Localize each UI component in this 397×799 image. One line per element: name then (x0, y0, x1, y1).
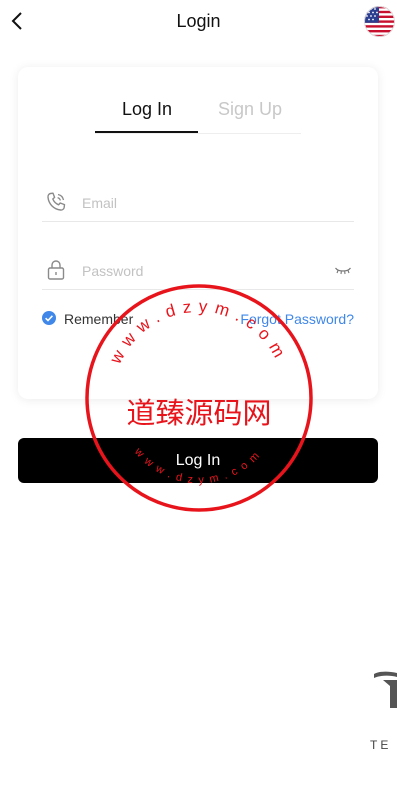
email-row (42, 185, 354, 222)
login-button[interactable]: Log In (18, 438, 378, 483)
login-page: Login Log In Sign Up Email Remember Forg… (0, 0, 397, 799)
us-flag-icon (364, 6, 395, 37)
language-button[interactable] (364, 6, 395, 37)
brand-logo-icon (374, 671, 397, 708)
checkbox-checked-icon (42, 311, 56, 325)
password-input[interactable] (80, 259, 324, 283)
login-card: Log In Sign Up Email Remember Forgot Pas… (18, 67, 378, 399)
tab-log-in[interactable]: Log In (122, 99, 172, 120)
remember-label: Remember (64, 311, 134, 327)
phone-icon (47, 192, 66, 211)
page-title: Login (176, 11, 221, 31)
stamp-center-text: 道臻源码网 (126, 396, 271, 430)
email-input[interactable] (80, 191, 324, 215)
forgot-password-link[interactable]: Forgot Password? (240, 311, 354, 327)
eye-closed-icon[interactable] (334, 263, 352, 277)
active-tab-indicator (95, 131, 198, 133)
password-row (42, 253, 354, 290)
tab-sign-up[interactable]: Sign Up (218, 99, 282, 120)
auth-tabs: Log In Sign Up (95, 95, 301, 134)
lock-icon (47, 260, 65, 280)
brand-wordmark: TE (370, 738, 392, 752)
top-bar: Login (0, 0, 397, 44)
